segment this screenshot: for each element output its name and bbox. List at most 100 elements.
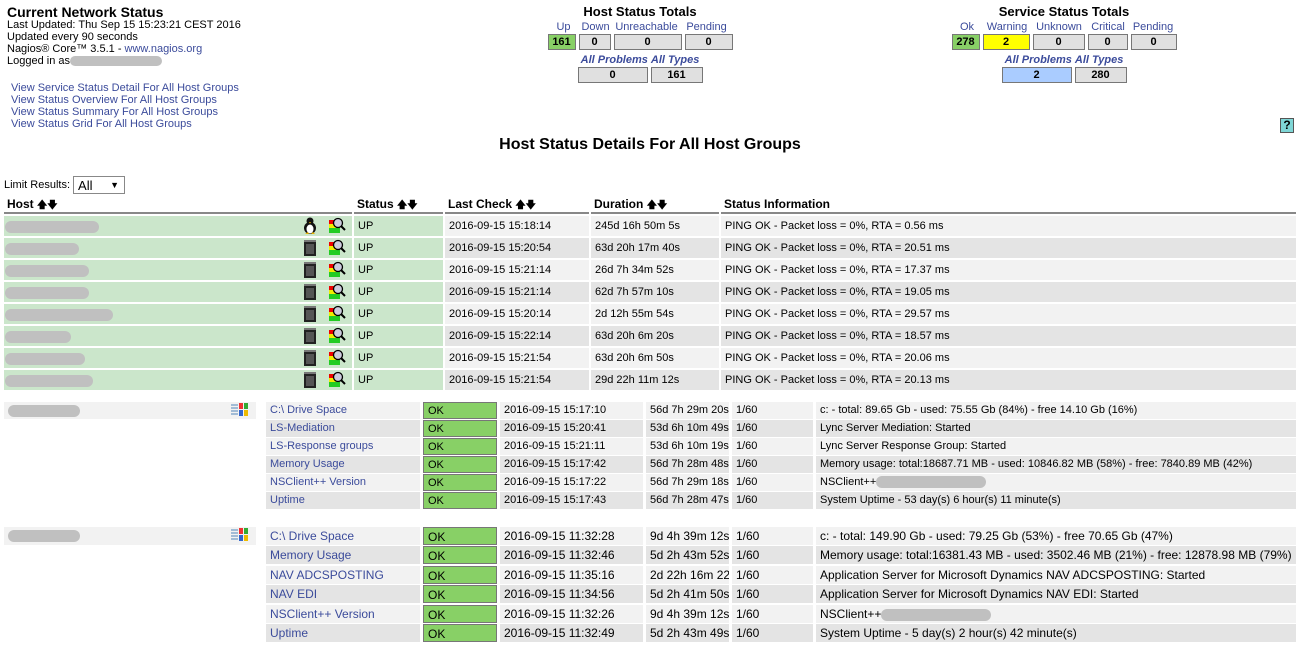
service-details-icon[interactable]: [328, 283, 346, 301]
service-ok-link[interactable]: Ok: [953, 21, 981, 33]
service-all-problems-link[interactable]: All Problems: [1005, 54, 1072, 66]
host-name-cell[interactable]: [4, 216, 352, 236]
host-unreachable-link[interactable]: Unreachable: [614, 21, 680, 33]
attempt: 1/60: [732, 474, 813, 491]
service-link[interactable]: Uptime: [270, 626, 308, 640]
column-label: Host: [7, 197, 34, 211]
service-name-cell[interactable]: NSClient++ Version: [266, 474, 420, 491]
service-name-cell[interactable]: Memory Usage: [266, 546, 420, 564]
service-details-icon[interactable]: [328, 327, 346, 345]
service-details-icon[interactable]: [328, 305, 346, 323]
last-check: 2016-09-15 15:20:54: [445, 238, 589, 258]
chevron-down-icon: ▼: [110, 180, 120, 190]
service-link[interactable]: Memory Usage: [270, 548, 351, 562]
redacted-host-name[interactable]: [5, 265, 89, 278]
redacted-host-name[interactable]: [5, 243, 79, 256]
host-down-count: 0: [578, 34, 611, 50]
service-unknown-link[interactable]: Unknown: [1033, 21, 1085, 33]
service-name-cell[interactable]: LS-Response groups: [266, 438, 420, 455]
service-link[interactable]: NAV EDI: [270, 587, 317, 601]
last-check: 2016-09-15 11:32:28: [500, 527, 643, 545]
host-name-cell[interactable]: [4, 348, 352, 368]
link-status-overview[interactable]: View Status Overview For All Host Groups: [11, 94, 217, 106]
host-pending-link[interactable]: Pending: [683, 21, 731, 33]
service-link[interactable]: LS-Mediation: [270, 422, 335, 434]
service-link[interactable]: NSClient++ Version: [270, 476, 366, 488]
redacted-host-name[interactable]: [8, 530, 80, 543]
server-icon: [302, 239, 318, 257]
link-status-grid[interactable]: View Status Grid For All Host Groups: [11, 118, 192, 130]
limit-results: Limit Results: All ▼: [4, 176, 126, 194]
service-link[interactable]: Uptime: [270, 494, 305, 506]
status-text: System Uptime - 5 day(s) 2 hour(s) 42 mi…: [820, 626, 1077, 640]
service-pending-link[interactable]: Pending: [1131, 21, 1175, 33]
service-warning-link[interactable]: Warning: [984, 21, 1030, 33]
host-name-cell[interactable]: [4, 527, 256, 546]
link-service-detail[interactable]: View Service Status Detail For All Host …: [11, 82, 239, 94]
service-link[interactable]: LS-Response groups: [270, 440, 373, 452]
redacted-host-name[interactable]: [5, 375, 93, 388]
service-status: OK: [423, 438, 497, 455]
service-name-cell[interactable]: C:\ Drive Space: [266, 527, 420, 545]
service-details-icon[interactable]: [328, 261, 346, 279]
service-name-cell[interactable]: C:\ Drive Space: [266, 402, 420, 419]
host-name-cell[interactable]: [4, 260, 352, 280]
redacted-host-name[interactable]: [5, 221, 99, 234]
host-name-cell[interactable]: [4, 282, 352, 302]
service-name-cell[interactable]: Memory Usage: [266, 456, 420, 473]
column-status[interactable]: Status 🡅🡇: [354, 197, 443, 214]
last-check: 2016-09-15 15:20:41: [500, 420, 643, 437]
host-name-cell[interactable]: [4, 402, 256, 419]
service-link[interactable]: Memory Usage: [270, 458, 345, 470]
service-details-icon[interactable]: [328, 371, 346, 389]
service-link[interactable]: C:\ Drive Space: [270, 529, 354, 543]
service-all-types-link[interactable]: All Types: [1075, 54, 1124, 66]
host-status-totals: Host Status Totals Up Down Unreachable Pend…: [545, 4, 735, 83]
service-name-cell[interactable]: NSClient++ Version: [266, 605, 420, 623]
sort-arrows-icon[interactable]: 🡅🡇: [647, 200, 668, 211]
redacted-host-name[interactable]: [5, 287, 89, 300]
nagios-link[interactable]: www.nagios.org: [125, 43, 203, 55]
column-duration[interactable]: Duration 🡅🡇: [591, 197, 719, 214]
last-check: 2016-09-15 15:21:11: [500, 438, 643, 455]
service-details-icon[interactable]: [328, 239, 346, 257]
attempt: 1/60: [732, 585, 813, 603]
status-information: Memory usage: total:16381.43 MB - used: …: [816, 546, 1296, 564]
host-name-cell[interactable]: [4, 238, 352, 258]
service-name-cell[interactable]: LS-Mediation: [266, 420, 420, 437]
redacted-host-name[interactable]: [8, 405, 80, 418]
host-all-types-link[interactable]: All Types: [651, 54, 700, 66]
service-details-icon[interactable]: [328, 217, 346, 235]
linux-icon: [302, 217, 318, 235]
help-icon[interactable]: ?: [1280, 118, 1294, 133]
host-up-link[interactable]: Up: [550, 21, 578, 33]
status-text: Memory usage: total:16381.43 MB - used: …: [820, 548, 1292, 562]
column-last-check[interactable]: Last Check 🡅🡇: [445, 197, 589, 214]
sort-arrows-icon[interactable]: 🡅🡇: [515, 200, 536, 211]
duration: 2d 12h 55m 54s: [591, 304, 719, 324]
service-critical-link[interactable]: Critical: [1088, 21, 1128, 33]
redacted-host-name[interactable]: [5, 309, 113, 322]
host-all-problems-link[interactable]: All Problems: [581, 54, 648, 66]
service-name-cell[interactable]: NAV EDI: [266, 585, 420, 603]
service-name-cell[interactable]: NAV ADCSPOSTING: [266, 566, 420, 584]
limit-select[interactable]: All ▼: [73, 176, 126, 194]
service-link[interactable]: NSClient++ Version: [270, 607, 375, 621]
service-name-cell[interactable]: Uptime: [266, 624, 420, 642]
host-down-link[interactable]: Down: [581, 21, 611, 33]
service-name-cell[interactable]: Uptime: [266, 492, 420, 509]
service-link[interactable]: C:\ Drive Space: [270, 404, 347, 416]
service-link[interactable]: NAV ADCSPOSTING: [270, 568, 384, 582]
host-name-cell[interactable]: [4, 326, 352, 346]
redacted-host-name[interactable]: [5, 353, 85, 366]
host-name-cell[interactable]: [4, 370, 352, 390]
status-text: Memory usage: total:18687.71 MB - used: …: [820, 458, 1253, 470]
link-status-summary[interactable]: View Status Summary For All Host Groups: [11, 106, 218, 118]
redacted-host-name[interactable]: [5, 331, 71, 344]
column-host[interactable]: Host 🡅🡇: [4, 197, 352, 214]
attempt: 1/60: [732, 456, 813, 473]
sort-arrows-icon[interactable]: 🡅🡇: [397, 200, 418, 211]
host-name-cell[interactable]: [4, 304, 352, 324]
sort-arrows-icon[interactable]: 🡅🡇: [37, 200, 58, 211]
service-details-icon[interactable]: [328, 349, 346, 367]
